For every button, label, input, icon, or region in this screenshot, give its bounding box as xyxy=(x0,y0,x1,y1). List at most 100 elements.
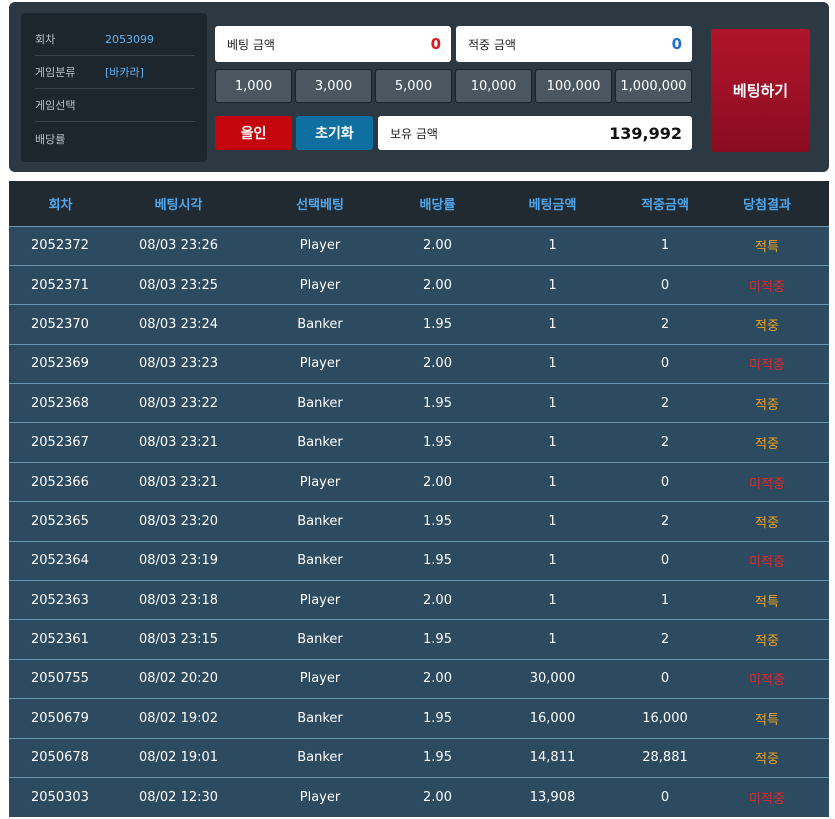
table-row: 2052365 08/03 23:20 Banker 1.95 1 2 적중 xyxy=(9,501,829,542)
cell-win-amount: 28,881 xyxy=(642,750,688,766)
odds-label: 배당률 xyxy=(35,132,66,146)
chip-1000000-button[interactable]: 1,000,000 xyxy=(615,69,692,103)
cell-result: 미적중 xyxy=(749,358,785,374)
cell-odds: 2.00 xyxy=(423,474,452,490)
cell-bet-time: 08/02 19:02 xyxy=(138,710,219,726)
cell-odds: 1.95 xyxy=(423,316,452,332)
cell-odds: 1.95 xyxy=(423,553,452,569)
chip-1000-button[interactable]: 1,000 xyxy=(215,69,292,103)
cell-result: 적중 xyxy=(755,752,779,768)
reset-button[interactable]: 초기화 xyxy=(296,116,373,150)
chip-5000-button[interactable]: 5,000 xyxy=(375,69,452,103)
cell-win-amount: 0 xyxy=(660,356,670,372)
cell-result: 미적중 xyxy=(749,555,785,571)
cell-pick: Player xyxy=(299,671,341,687)
table-row: 2052361 08/03 23:15 Banker 1.95 1 2 적중 xyxy=(9,619,829,660)
category-label: 게임분류 xyxy=(35,66,76,79)
cell-bet-amount: 1 xyxy=(548,632,557,648)
cell-round: 2050755 xyxy=(31,671,89,687)
cell-result: 미적중 xyxy=(749,791,785,807)
win-amount-label: 적중 금액 xyxy=(468,37,516,52)
cell-round: 2050678 xyxy=(31,750,89,766)
cell-bet-amount: 13,908 xyxy=(529,789,576,805)
cell-bet-amount: 1 xyxy=(548,277,557,293)
balance-field: 보유 금액 139,992 xyxy=(378,116,692,150)
cell-bet-time: 08/03 23:19 xyxy=(138,553,219,569)
cell-odds: 1.95 xyxy=(423,632,452,648)
cell-odds: 2.00 xyxy=(423,238,452,254)
cell-pick: Player xyxy=(299,789,341,805)
all-in-button[interactable]: 올인 xyxy=(215,116,292,150)
cell-pick: Banker xyxy=(297,710,343,726)
cell-result: 적특 xyxy=(755,594,779,610)
bet-amount-label: 베팅 금액 xyxy=(227,37,275,52)
game-info-box: 회차 2053099 게임분류 [바카라] 게임선택 배당률 xyxy=(21,13,207,162)
table-row: 2052371 08/03 23:25 Player 2.00 1 0 미적중 xyxy=(9,265,829,305)
table-row: 2052364 08/03 23:19 Banker 1.95 1 0 미적중 xyxy=(9,541,829,581)
table-header: 회차 베팅시각 선택베팅 배당률 베팅금액 적중금액 당첨결과 xyxy=(9,181,829,226)
cell-round: 2052370 xyxy=(31,316,89,332)
cell-bet-amount: 1 xyxy=(548,395,557,411)
cell-win-amount: 2 xyxy=(660,395,670,411)
cell-result: 미적중 xyxy=(749,673,785,689)
cell-bet-amount: 30,000 xyxy=(529,671,576,687)
header-odds: 배당률 xyxy=(419,197,456,213)
cell-odds: 1.95 xyxy=(423,395,452,411)
cell-bet-time: 08/03 23:21 xyxy=(138,435,219,451)
cell-odds: 2.00 xyxy=(423,592,452,608)
cell-round: 2052369 xyxy=(31,356,89,372)
chip-100000-button[interactable]: 100,000 xyxy=(535,69,612,103)
cell-win-amount: 2 xyxy=(660,316,670,332)
chip-3000-button[interactable]: 3,000 xyxy=(295,69,372,103)
cell-round: 2052367 xyxy=(31,435,89,451)
betting-panel: 회차 2053099 게임분류 [바카라] 게임선택 배당률 베팅 금액 0 적… xyxy=(9,2,829,172)
cell-result: 적중 xyxy=(755,318,779,334)
cell-round: 2052364 xyxy=(31,553,89,569)
table-row: 2052366 08/03 23:21 Player 2.00 1 0 미적중 xyxy=(9,462,829,502)
cell-bet-time: 08/03 23:23 xyxy=(138,356,219,372)
cell-bet-time: 08/02 12:30 xyxy=(138,789,219,805)
chip-10000-button[interactable]: 10,000 xyxy=(455,69,532,103)
header-result: 당첨결과 xyxy=(743,197,791,213)
cell-bet-amount: 1 xyxy=(548,592,557,608)
cell-pick: Player xyxy=(299,356,341,372)
header-win-amount: 적중금액 xyxy=(641,197,689,213)
table-row: 2052368 08/03 23:22 Banker 1.95 1 2 적중 xyxy=(9,383,829,423)
cell-round: 2052371 xyxy=(31,277,89,293)
cell-win-amount: 2 xyxy=(660,632,670,648)
cell-pick: Banker xyxy=(297,750,343,766)
cell-bet-amount: 1 xyxy=(548,238,557,254)
place-bet-button[interactable]: 베팅하기 xyxy=(711,29,810,152)
header-pick: 선택베팅 xyxy=(296,197,344,213)
cell-bet-amount: 1 xyxy=(548,356,557,372)
cell-win-amount: 2 xyxy=(660,435,670,451)
cell-round: 2052368 xyxy=(31,395,89,411)
table-row: 2052370 08/03 23:24 Banker 1.95 1 2 적중 xyxy=(9,304,829,345)
cell-pick: Banker xyxy=(297,632,343,648)
cell-result: 미적중 xyxy=(749,476,785,492)
cell-bet-time: 08/03 23:24 xyxy=(138,316,219,332)
cell-bet-amount: 1 xyxy=(548,316,557,332)
table-row: 2050755 08/02 20:20 Player 2.00 30,000 0 미적중 xyxy=(9,659,829,699)
cell-odds: 2.00 xyxy=(423,277,452,293)
cell-bet-amount: 1 xyxy=(548,435,557,451)
balance-value: 139,992 xyxy=(609,123,682,143)
cell-win-amount: 1 xyxy=(660,238,670,254)
selection-label: 게임선택 xyxy=(35,99,76,112)
cell-round: 2052361 xyxy=(31,632,89,648)
cell-result: 적중 xyxy=(755,397,779,413)
cell-bet-time: 08/02 19:01 xyxy=(138,750,219,766)
cell-pick: Player xyxy=(299,277,341,293)
cell-pick: Banker xyxy=(297,513,343,529)
bet-amount-value: 0 xyxy=(430,35,441,53)
cell-win-amount: 1 xyxy=(660,592,670,608)
cell-pick: Banker xyxy=(297,553,343,569)
table-row: 2052367 08/03 23:21 Banker 1.95 1 2 적중 xyxy=(9,422,829,463)
cell-win-amount: 0 xyxy=(660,277,670,293)
cell-result: 적특 xyxy=(755,712,779,728)
info-row-round: 회차 2053099 xyxy=(35,23,195,56)
cell-round: 2050679 xyxy=(31,710,89,726)
info-row-odds: 배당률 xyxy=(35,122,195,155)
cell-bet-time: 08/03 23:21 xyxy=(138,474,219,490)
cell-pick: Player xyxy=(299,238,341,254)
